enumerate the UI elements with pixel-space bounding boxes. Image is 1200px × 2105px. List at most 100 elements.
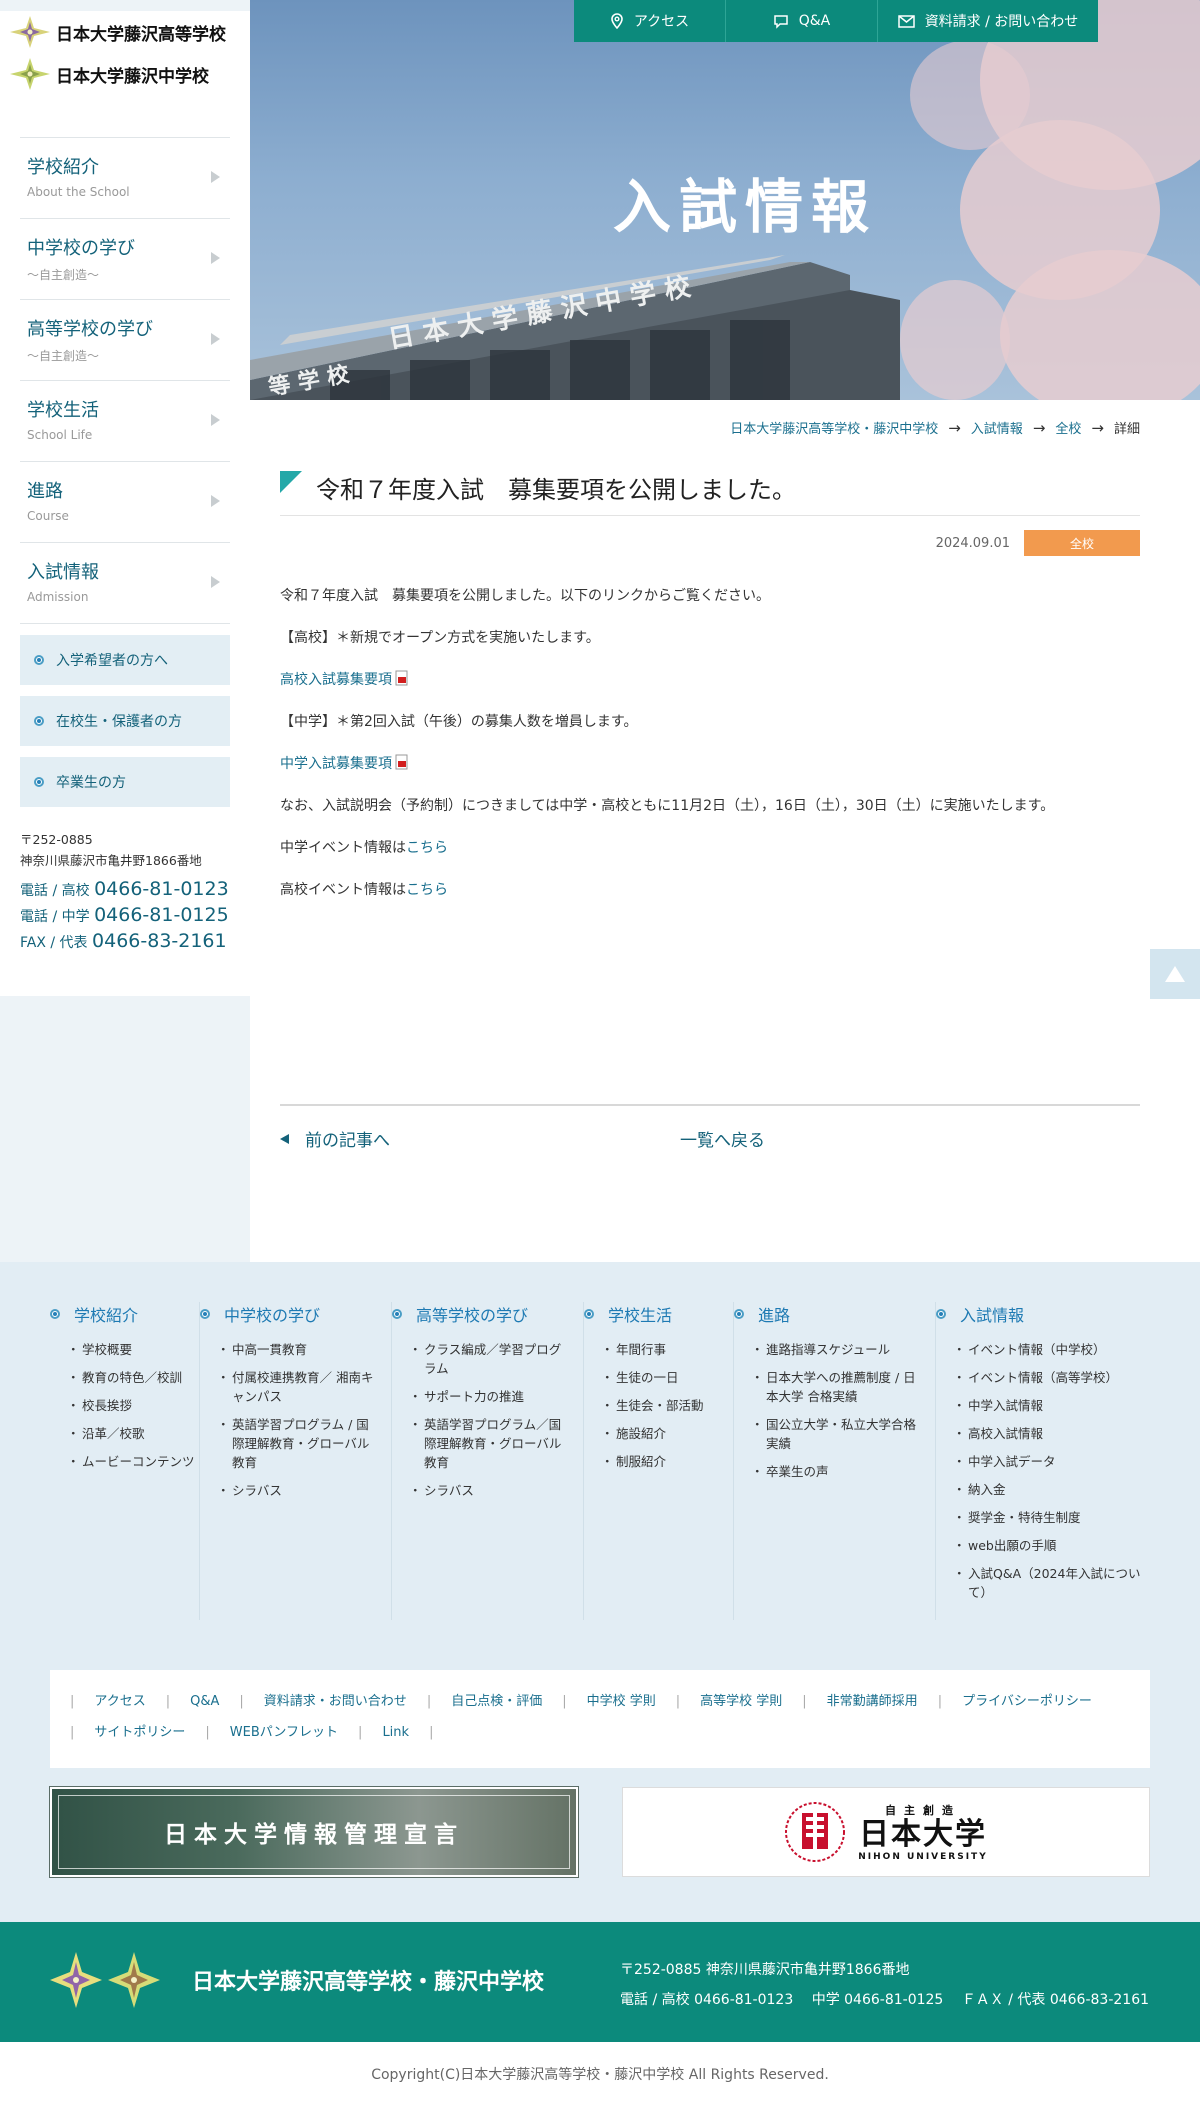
footer-link-list: 学校概要 教育の特色／校訓 校長挨拶 沿革／校歌 ムービーコンテンツ bbox=[50, 1340, 199, 1471]
footer-link[interactable]: ムービーコンテンツ bbox=[67, 1452, 199, 1471]
footer-link[interactable]: 進路指導スケジュール bbox=[751, 1340, 921, 1359]
school-crest-icon bbox=[50, 1952, 102, 2008]
footer-link[interactable]: 施設紹介 bbox=[601, 1424, 733, 1443]
blossom-decoration bbox=[900, 280, 1010, 400]
school-crest-icon bbox=[10, 16, 50, 48]
footer-link[interactable]: 生徒の一日 bbox=[601, 1368, 733, 1387]
article-paragraph: 【高校】＊新規でオープン方式を実施いたします。 bbox=[280, 630, 600, 646]
sub-button-label: 在校生・保護者の方 bbox=[56, 714, 182, 730]
tel-high-number[interactable]: 0466-81-0123 bbox=[94, 878, 229, 900]
sidebar-item-about[interactable]: 学校紹介 About the School bbox=[20, 138, 230, 219]
footer-util-link[interactable]: 資料請求・お問い合わせ bbox=[264, 1692, 407, 1712]
footer-link[interactable]: イベント情報（中学校） bbox=[953, 1340, 1142, 1359]
contact-button[interactable]: 資料請求 / お問い合わせ bbox=[878, 0, 1098, 42]
footer-col-title[interactable]: 進路 bbox=[734, 1302, 935, 1326]
tel-middle-number[interactable]: 0466-81-0125 bbox=[94, 904, 229, 926]
sidebar-item-high-learning[interactable]: 高等学校の学び 〜自主創造〜 bbox=[20, 300, 230, 381]
button-current-students[interactable]: 在校生・保護者の方 bbox=[20, 696, 230, 746]
footer-link[interactable]: 年間行事 bbox=[601, 1340, 733, 1359]
footer-link[interactable]: 中高一貫教育 bbox=[217, 1340, 377, 1359]
button-prospective-students[interactable]: 入学希望者の方へ bbox=[20, 635, 230, 685]
divider: | bbox=[205, 1725, 210, 1740]
footer-util-link[interactable]: プライバシーポリシー bbox=[962, 1692, 1092, 1712]
sidebar-item-school-life[interactable]: 学校生活 School Life bbox=[20, 381, 230, 462]
footer-link[interactable]: 制服紹介 bbox=[601, 1452, 733, 1471]
footer-util-link[interactable]: アクセス bbox=[94, 1692, 145, 1712]
footer-link[interactable]: 英語学習プログラム／国際理解教育・グローバル教育 bbox=[409, 1415, 569, 1472]
footer-link[interactable]: 沿革／校歌 bbox=[67, 1424, 199, 1443]
footer-col-title[interactable]: 学校紹介 bbox=[50, 1302, 199, 1326]
footer-link[interactable]: 教育の特色／校訓 bbox=[67, 1368, 199, 1387]
middle-school-guide-link[interactable]: 中学入試募集要項 bbox=[280, 756, 392, 772]
footer-util-link[interactable]: 高等学校 学則 bbox=[700, 1692, 782, 1712]
footer-col-title[interactable]: 入試情報 bbox=[936, 1302, 1150, 1326]
footer-link[interactable]: 校長挨拶 bbox=[67, 1396, 199, 1415]
footer-util-link[interactable]: 中学校 学則 bbox=[587, 1692, 656, 1712]
logo-high-school[interactable]: 日本大学藤沢高等学校 bbox=[10, 11, 230, 53]
chevron-right-icon bbox=[211, 495, 220, 507]
footer-link[interactable]: シラバス bbox=[217, 1481, 377, 1500]
breadcrumb-category[interactable]: 全校 bbox=[1055, 418, 1081, 437]
footer-link[interactable]: 卒業生の声 bbox=[751, 1462, 921, 1481]
footer-link[interactable]: 学校概要 bbox=[67, 1340, 199, 1359]
menu-sublabel: Course bbox=[27, 509, 69, 523]
access-button[interactable]: アクセス bbox=[574, 0, 726, 42]
breadcrumb-home[interactable]: 日本大学藤沢高等学校・藤沢中学校 bbox=[730, 418, 938, 437]
nihon-university-banner[interactable]: 自主創造 日本大学 NIHON UNIVERSITY bbox=[622, 1787, 1150, 1877]
footer-link[interactable]: 入試Q&A（2024年入試について） bbox=[953, 1564, 1142, 1602]
sidebar-item-course[interactable]: 進路 Course bbox=[20, 462, 230, 543]
back-to-list-link[interactable]: 一覧へ戻る bbox=[680, 1126, 765, 1151]
footer-col-title[interactable]: 高等学校の学び bbox=[392, 1302, 583, 1326]
mail-icon bbox=[897, 14, 915, 28]
footer-link[interactable]: イベント情報（高等学校） bbox=[953, 1368, 1142, 1387]
qa-button[interactable]: Q&A bbox=[726, 0, 878, 42]
footer-col-title-text: 高等学校の学び bbox=[416, 1306, 529, 1325]
menu-label: 高等学校の学び bbox=[27, 319, 153, 340]
article-paragraph: なお、入試説明会（予約制）につきましては中学・高校ともに11月2日（土），16日… bbox=[280, 798, 1055, 814]
menu-sublabel: About the School bbox=[27, 185, 130, 199]
sidebar-item-middle-learning[interactable]: 中学校の学び 〜自主創造〜 bbox=[20, 219, 230, 300]
footer-link[interactable]: シラバス bbox=[409, 1481, 569, 1500]
button-graduates[interactable]: 卒業生の方 bbox=[20, 757, 230, 807]
page-top-button[interactable] bbox=[1150, 949, 1200, 999]
footer-link[interactable]: 英語学習プログラム / 国際理解教育・グローバル教育 bbox=[217, 1415, 377, 1472]
menu-label: 入試情報 bbox=[27, 562, 99, 583]
footer-col-title[interactable]: 学校生活 bbox=[584, 1302, 733, 1326]
footer-link[interactable]: 国公立大学・私立大学合格実績 bbox=[751, 1415, 921, 1453]
footer-util-link[interactable]: Link bbox=[382, 1723, 409, 1743]
footer-util-link[interactable]: 自己点検・評価 bbox=[451, 1692, 542, 1712]
middle-event-link[interactable]: こちら bbox=[406, 840, 448, 856]
prev-article-link[interactable]: 前の記事へ bbox=[280, 1126, 680, 1151]
breadcrumb-admission[interactable]: 入試情報 bbox=[971, 418, 1023, 437]
footer-util-link[interactable]: WEBパンフレット bbox=[230, 1723, 338, 1743]
prev-article-label: 前の記事へ bbox=[305, 1131, 390, 1151]
footer-col-course: 進路 進路指導スケジュール 日本大学への推薦制度 / 日本大学 合格実績 国公立… bbox=[734, 1302, 936, 1620]
footer-link[interactable]: 日本大学への推薦制度 / 日本大学 合格実績 bbox=[751, 1368, 921, 1406]
pdf-icon bbox=[395, 670, 408, 686]
menu-label: 中学校の学び bbox=[27, 238, 135, 259]
high-school-guide-link[interactable]: 高校入試募集要項 bbox=[280, 672, 392, 688]
sidebar-item-admission[interactable]: 入試情報 Admission bbox=[20, 543, 230, 624]
footer-util-link[interactable]: Q&A bbox=[190, 1692, 219, 1712]
footer-col-title[interactable]: 中学校の学び bbox=[200, 1302, 391, 1326]
info-management-banner[interactable]: 日本大学情報管理宣言 bbox=[49, 1786, 579, 1878]
footer-link[interactable]: 高校入試情報 bbox=[953, 1424, 1142, 1443]
footer-link[interactable]: 中学入試情報 bbox=[953, 1396, 1142, 1415]
footer-link[interactable]: 中学入試データ bbox=[953, 1452, 1142, 1471]
footer-link[interactable]: 納入金 bbox=[953, 1480, 1142, 1499]
footer-link[interactable]: サポート力の推進 bbox=[409, 1387, 569, 1406]
article-paragraph: 高校イベント情報はこちら bbox=[280, 880, 1140, 900]
footer-link[interactable]: 付属校連携教育／ 湘南キャンパス bbox=[217, 1368, 377, 1406]
divider: | bbox=[70, 1694, 75, 1709]
chevron-right-icon bbox=[211, 414, 220, 426]
footer-link[interactable]: web出願の手順 bbox=[953, 1536, 1142, 1555]
high-event-link[interactable]: こちら bbox=[406, 882, 448, 898]
divider: | bbox=[675, 1694, 681, 1709]
footer-link[interactable]: クラス編成／学習プログラム bbox=[409, 1340, 569, 1378]
footer-util-link[interactable]: サイトポリシー bbox=[94, 1723, 185, 1743]
footer-link[interactable]: 奨学金・特待生制度 bbox=[953, 1508, 1142, 1527]
article-pager: 前の記事へ 一覧へ戻る bbox=[280, 1104, 1140, 1151]
footer-util-link[interactable]: 非常勤講師採用 bbox=[827, 1692, 918, 1712]
footer-link[interactable]: 生徒会・部活動 bbox=[601, 1396, 733, 1415]
logo-middle-school[interactable]: 日本大学藤沢中学校 bbox=[10, 53, 230, 95]
